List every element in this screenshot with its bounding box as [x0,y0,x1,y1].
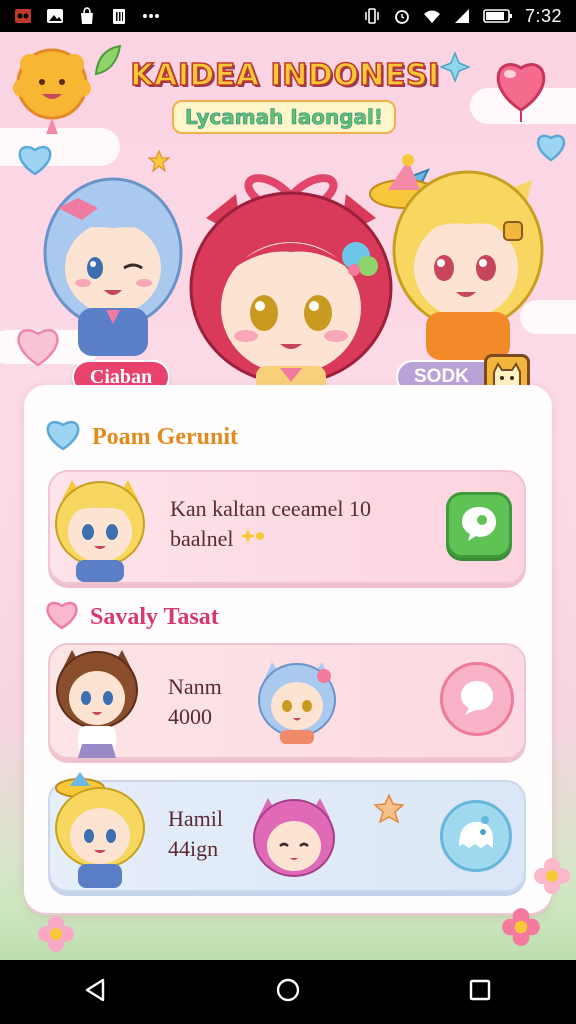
section-heading-2: Savaly Tasat [44,598,219,637]
image-icon [46,7,64,25]
section-heading-text: Poam Gerunit [92,424,238,450]
sparkle-icon [239,524,266,554]
avatar [246,792,342,884]
alarm-icon [393,7,411,25]
status-bar: 7:32 [0,0,576,32]
section-heading-text: Savaly Tasat [90,604,219,630]
sun-mascot-icon [12,44,92,138]
message-button[interactable] [440,662,514,736]
heart-icon [44,417,82,458]
avatar [52,644,142,758]
back-icon [83,977,109,1007]
app-subtitle: Lycamah Iaongal! [172,100,396,134]
back-button[interactable] [64,968,128,1016]
clock-time: 7:32 [524,5,562,26]
character-yellow-hair [368,150,548,360]
ghost-button[interactable] [440,800,512,872]
card-line-2: 44ign [168,836,219,861]
heart-icon [44,598,80,637]
more-dots-icon [142,7,160,25]
card-line-1: Kan kaltan ceeamel 10 [170,496,371,521]
section-heading-1: Poam Gerunit [44,417,238,458]
card-line-2: baalnel [170,526,234,551]
character-blue-hair [38,168,188,358]
star-icon [373,793,405,828]
card-2-text: Nanm 4000 [168,672,222,732]
clipboard-icon [110,7,128,25]
card-line-1: Nanm [168,674,222,699]
recents-button[interactable] [448,968,512,1016]
wifi-icon [423,7,441,25]
battery-icon [483,7,513,25]
vibrate-icon [363,7,381,25]
home-button[interactable] [256,968,320,1016]
bag-icon [78,7,96,25]
flower-icon [532,856,572,900]
avatar [48,470,152,582]
app-title: KAIDEA INDONESI [130,57,440,94]
card-1-text: Kan kaltan ceeamel 10 baalnel [170,494,371,554]
flower-icon [500,906,542,952]
navigation-bar [0,960,576,1024]
ghost-bubble-icon [453,814,499,858]
home-icon [275,977,301,1007]
leaf-icon [92,44,122,82]
card-3-text: Hamil 44ign [168,804,223,864]
star-icon [438,50,472,86]
recents-icon [468,978,492,1006]
app-icon [14,7,32,25]
heart-balloon-icon [490,52,552,126]
chat-bubble-icon [458,502,500,548]
flower-icon [36,914,76,958]
signal-icon [453,7,471,25]
avatar [252,656,342,746]
card-line-1: Hamil [168,806,223,831]
card-line-2: 4000 [168,704,212,729]
chat-button[interactable] [446,492,512,558]
speech-bubble-icon [455,675,499,723]
avatar [50,770,150,890]
